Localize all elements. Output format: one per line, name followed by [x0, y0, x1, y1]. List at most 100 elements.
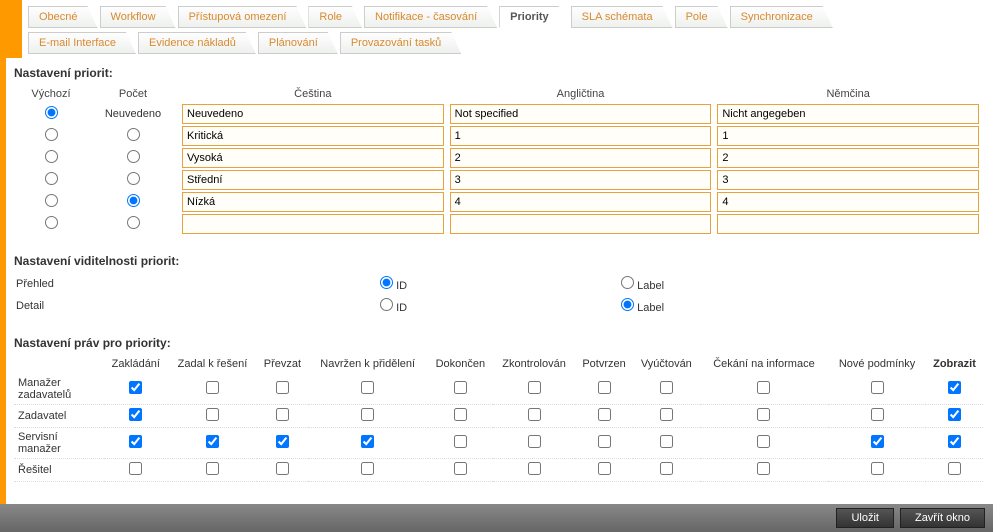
- rights-checkbox[interactable]: [528, 435, 541, 448]
- default-radio[interactable]: [45, 216, 58, 229]
- tab-provazov-n-task-[interactable]: Provazování tasků: [340, 32, 462, 54]
- priority-en-input[interactable]: [450, 126, 712, 146]
- rights-checkbox[interactable]: [129, 435, 142, 448]
- rights-checkbox[interactable]: [598, 462, 611, 475]
- rights-checkbox[interactable]: [598, 435, 611, 448]
- rights-checkbox[interactable]: [757, 435, 770, 448]
- priority-de-input[interactable]: [717, 214, 979, 234]
- default-radio[interactable]: [45, 128, 58, 141]
- rights-checkbox[interactable]: [660, 462, 673, 475]
- priority-cs-input[interactable]: [182, 148, 444, 168]
- tab-p-stupov-omezen-[interactable]: Přístupová omezení: [178, 6, 307, 28]
- tab-e-mail-interface[interactable]: E-mail Interface: [28, 32, 136, 54]
- rights-checkbox[interactable]: [757, 462, 770, 475]
- tab-obecn-[interactable]: Obecné: [28, 6, 98, 28]
- priority-cs-input[interactable]: [182, 170, 444, 190]
- rights-checkbox[interactable]: [660, 381, 673, 394]
- rights-checkbox[interactable]: [206, 435, 219, 448]
- rights-checkbox[interactable]: [948, 462, 961, 475]
- rights-checkbox[interactable]: [361, 435, 374, 448]
- priority-en-input[interactable]: [450, 148, 712, 168]
- rights-checkbox[interactable]: [276, 435, 289, 448]
- rights-checkbox[interactable]: [206, 381, 219, 394]
- rights-checkbox[interactable]: [361, 381, 374, 394]
- rights-checkbox[interactable]: [948, 435, 961, 448]
- col-header-english: Angličtina: [448, 86, 714, 102]
- rights-checkbox[interactable]: [660, 408, 673, 421]
- rights-checkbox[interactable]: [948, 408, 961, 421]
- priority-cs-input[interactable]: [182, 192, 444, 212]
- tab-synchronizace[interactable]: Synchronizace: [730, 6, 833, 28]
- section-priorities-title: Nastavení priorit:: [14, 66, 983, 80]
- priority-en-input[interactable]: [450, 214, 712, 234]
- tab-pl-nov-n-[interactable]: Plánování: [258, 32, 338, 54]
- priority-en-input[interactable]: [450, 104, 712, 124]
- priority-de-input[interactable]: [717, 192, 979, 212]
- rights-checkbox[interactable]: [361, 462, 374, 475]
- rights-checkbox[interactable]: [757, 381, 770, 394]
- priority-cs-input[interactable]: [182, 126, 444, 146]
- count-radio[interactable]: [127, 128, 140, 141]
- rights-row: Zadavatel: [14, 405, 983, 428]
- tab-workflow[interactable]: Workflow: [100, 6, 176, 28]
- rights-checkbox[interactable]: [871, 381, 884, 394]
- detail-label-option[interactable]: Label: [621, 302, 664, 314]
- rights-checkbox[interactable]: [871, 408, 884, 421]
- rights-checkbox[interactable]: [757, 408, 770, 421]
- priorities-table: Výchozí Počet Čeština Angličtina Němčina…: [14, 84, 983, 236]
- rights-checkbox[interactable]: [660, 435, 673, 448]
- overview-label-option[interactable]: Label: [621, 280, 664, 292]
- rights-checkbox[interactable]: [598, 408, 611, 421]
- rights-checkbox[interactable]: [528, 462, 541, 475]
- count-radio[interactable]: [127, 216, 140, 229]
- default-radio[interactable]: [45, 172, 58, 185]
- priority-de-input[interactable]: [717, 126, 979, 146]
- rights-checkbox[interactable]: [206, 408, 219, 421]
- rights-checkbox[interactable]: [528, 381, 541, 394]
- rights-col-header: Čekání na informace: [700, 354, 828, 374]
- priority-cs-input[interactable]: [182, 214, 444, 234]
- overview-id-option[interactable]: ID: [380, 280, 407, 292]
- detail-id-option[interactable]: ID: [380, 302, 407, 314]
- priority-row: [16, 126, 981, 146]
- priority-de-input[interactable]: [717, 170, 979, 190]
- rights-checkbox[interactable]: [948, 381, 961, 394]
- rights-checkbox[interactable]: [276, 381, 289, 394]
- default-radio[interactable]: [45, 106, 58, 119]
- save-button[interactable]: Uložit: [836, 508, 894, 528]
- priority-de-input[interactable]: [717, 148, 979, 168]
- rights-checkbox[interactable]: [598, 381, 611, 394]
- tab-sla-sch-mata[interactable]: SLA schémata: [571, 6, 673, 28]
- rights-checkbox[interactable]: [276, 408, 289, 421]
- rights-checkbox[interactable]: [276, 462, 289, 475]
- count-radio[interactable]: [127, 194, 140, 207]
- default-radio[interactable]: [45, 150, 58, 163]
- col-header-default: Výchozí: [16, 86, 86, 102]
- rights-checkbox[interactable]: [206, 462, 219, 475]
- rights-checkbox[interactable]: [871, 462, 884, 475]
- tab-priority[interactable]: Priority: [499, 6, 569, 28]
- tab-evidence-n-klad-[interactable]: Evidence nákladů: [138, 32, 256, 54]
- tab-role[interactable]: Role: [308, 6, 362, 28]
- tab-pole[interactable]: Pole: [675, 6, 728, 28]
- rights-checkbox[interactable]: [454, 381, 467, 394]
- priority-cs-input[interactable]: [182, 104, 444, 124]
- rights-checkbox[interactable]: [454, 435, 467, 448]
- priority-en-input[interactable]: [450, 192, 712, 212]
- count-radio[interactable]: [127, 150, 140, 163]
- rights-checkbox[interactable]: [129, 381, 142, 394]
- rights-checkbox[interactable]: [528, 408, 541, 421]
- rights-checkbox[interactable]: [361, 408, 374, 421]
- rights-checkbox[interactable]: [129, 408, 142, 421]
- priority-en-input[interactable]: [450, 170, 712, 190]
- rights-col-header: Zadal k řešení: [168, 354, 258, 374]
- count-radio[interactable]: [127, 172, 140, 185]
- rights-checkbox[interactable]: [871, 435, 884, 448]
- close-button[interactable]: Zavřít okno: [900, 508, 985, 528]
- tab-notifikace-asov-n-[interactable]: Notifikace - časování: [364, 6, 497, 28]
- rights-checkbox[interactable]: [454, 408, 467, 421]
- rights-checkbox[interactable]: [454, 462, 467, 475]
- rights-checkbox[interactable]: [129, 462, 142, 475]
- default-radio[interactable]: [45, 194, 58, 207]
- priority-de-input[interactable]: [717, 104, 979, 124]
